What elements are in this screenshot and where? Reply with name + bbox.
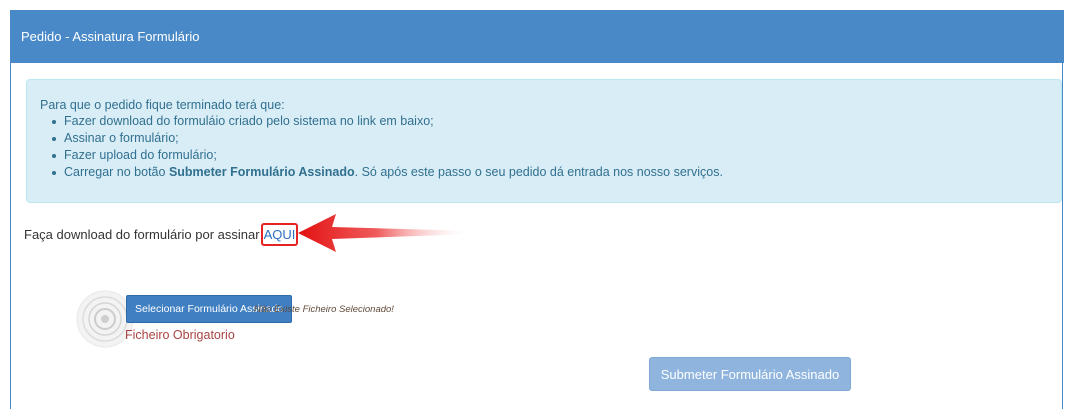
instruction-step-submit: Carregar no botão Submeter Formulário As… <box>40 164 723 181</box>
instruction-step: Fazer upload do formulário; <box>40 147 723 164</box>
instruction-step-suffix: . Só após este passo o seu pedido dá ent… <box>354 165 723 179</box>
submit-signed-form-button[interactable]: Submeter Formulário Assinado <box>649 357 851 391</box>
instruction-step: Assinar o formulário; <box>40 130 723 147</box>
instruction-step-bold: Submeter Formulário Assinado <box>168 165 355 179</box>
instructions-alert: Para que o pedido fique terminado terá q… <box>26 79 1062 203</box>
instruction-step-prefix: Carregar no botão <box>64 165 169 179</box>
download-form-link[interactable]: AQUI <box>260 223 299 246</box>
panel-title: Pedido - Assinatura Formulário <box>10 10 1064 63</box>
instruction-step: Fazer download do formuláio criado pelo … <box>40 113 723 130</box>
no-file-selected-text: Não Existe Ficheiro Selecionado! <box>254 304 394 315</box>
red-pointer-arrow-icon <box>298 214 474 252</box>
instructions-list: Fazer download do formuláio criado pelo … <box>40 113 723 181</box>
download-row: Faça download do formulário por assinar A… <box>24 223 299 246</box>
signature-panel: Pedido - Assinatura Formulário Para que … <box>10 10 1064 409</box>
instructions-intro: Para que o pedido fique terminado terá q… <box>40 98 285 112</box>
download-text: Faça download do formulário por assinar <box>24 227 260 242</box>
file-required-error: Ficheiro Obrigatorio <box>125 328 235 342</box>
